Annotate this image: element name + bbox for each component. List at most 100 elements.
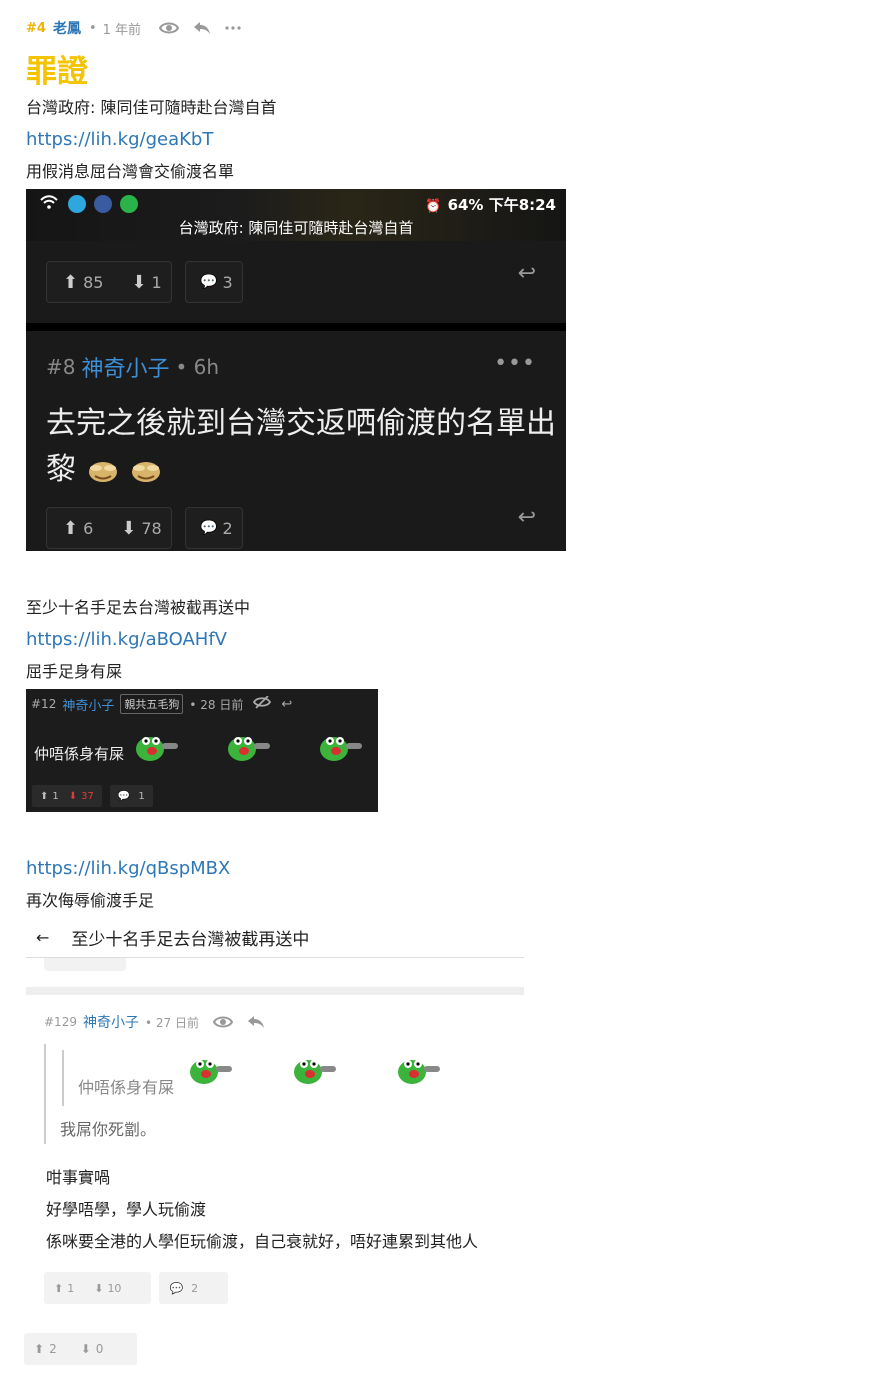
post-time: 1 年前 xyxy=(102,22,142,38)
comment-count: 3 xyxy=(222,272,233,292)
comment-box[interactable]: 💬 2 xyxy=(185,507,243,549)
down-count: 37 xyxy=(81,790,94,802)
post-title: 罪證 xyxy=(26,54,88,90)
whatsapp-icon xyxy=(120,195,138,213)
more-icon[interactable]: ••• xyxy=(494,351,536,376)
comment-number: #12 xyxy=(31,697,57,711)
arrow-down-icon: ⬇ xyxy=(121,517,137,539)
thread-vote-panel: ⬆ 85 ⬇ 1 💬 3 ↩ xyxy=(26,241,566,323)
reply-icon[interactable]: ↩ xyxy=(518,505,536,530)
reply-icon[interactable] xyxy=(193,21,211,35)
vote-box[interactable]: ⬆ 2 ⬇ 0 xyxy=(24,1333,138,1365)
arrow-up-icon: ⬆ xyxy=(63,517,79,539)
eye-icon[interactable] xyxy=(159,21,180,35)
up-count: 1 xyxy=(67,1281,75,1295)
comment-time: • 27 日前 xyxy=(144,1015,199,1030)
quote-block: 仲唔係身有屎 我屌你死劏。 xyxy=(44,1044,514,1144)
down-count: 10 xyxy=(107,1281,122,1295)
nested-quote: 仲唔係身有屎 xyxy=(62,1050,482,1106)
text-line: 再次侮辱偷渡手足 xyxy=(26,891,155,910)
arrow-up-icon: ⬆ xyxy=(40,790,49,802)
comment-body-line: 好學唔學，學人玩偷渡 xyxy=(46,1200,207,1219)
reply-panel: #8 神奇小子 • 6h ••• 去完之後就到台灣交返哂偷渡的名單出黎 ⬆ 6 ⬇… xyxy=(26,331,566,551)
text-line: 屈手足身有屎 xyxy=(26,662,123,681)
reply-icon[interactable]: ↩ xyxy=(518,261,536,286)
thread-nav-bar: ← 至少十名手足去台灣被截再送中 xyxy=(26,918,524,958)
comment-author[interactable]: 神奇小子 xyxy=(62,695,114,714)
reply-icon[interactable] xyxy=(247,1015,265,1029)
vote-bar: ⬆ 1 ⬇ 10 💬 2 xyxy=(44,1272,236,1304)
frog-sticker-icon xyxy=(136,737,178,761)
battery-time: 64% 下午8:24 xyxy=(447,195,556,214)
author-link[interactable]: 老鳳 xyxy=(53,18,81,38)
up-count: 2 xyxy=(49,1342,57,1356)
down-count: 0 xyxy=(95,1342,104,1356)
comment-count: 2 xyxy=(191,1281,199,1295)
comment-body-line: 係咪要全港的人學佢玩偷渡，自己衰就好，唔好連累到其他人 xyxy=(46,1232,479,1251)
comment-icon: 💬 xyxy=(200,520,218,536)
emoji-face-icon xyxy=(132,461,161,482)
embedded-screenshot-1[interactable]: ⏰ 64% 下午8:24 台灣政府: 陳同佳可隨時赴台灣自首 ⬆ 85 ⬇ 1 💬 3 … xyxy=(26,189,566,551)
vote-box[interactable]: ⬆ 1 ⬇ 10 xyxy=(44,1272,152,1304)
comment-body-line: 咁事實喎 xyxy=(46,1168,111,1187)
reply-text: 去完之後就到台灣交返哂偷渡的名單出黎 xyxy=(46,401,556,493)
vote-bar: ⬆ 1 ⬇ 37 💬 1 xyxy=(32,785,161,807)
comment-icon: 💬 xyxy=(200,274,218,290)
comment-author[interactable]: 神奇小子 xyxy=(83,1012,139,1032)
arrow-up-icon: ⬆ xyxy=(54,1281,64,1295)
reply-number: #8 xyxy=(46,355,76,379)
comment-count: 1 xyxy=(138,790,145,802)
post-number: #4 xyxy=(26,20,46,36)
link[interactable]: https://lih.kg/geaKbT xyxy=(26,128,213,152)
comment-icon: 💬 xyxy=(117,790,131,802)
emoji-face-icon xyxy=(88,461,117,482)
separator: • xyxy=(88,20,97,36)
arrow-down-icon: ⬇ xyxy=(68,790,78,802)
reply-header: #8 神奇小子 • 6h xyxy=(46,351,219,383)
back-arrow-icon[interactable]: ← xyxy=(36,928,49,947)
reply-icon[interactable]: ↩ xyxy=(281,697,292,712)
arrow-up-icon: ⬆ xyxy=(63,271,79,293)
comment-header: #12 神奇小子 親共五毛狗 • 28 日前 ↩ xyxy=(31,694,292,714)
embedded-screenshot-3[interactable]: ← 至少十名手足去台灣被截再送中 #129 神奇小子 • 27 日前 仲唔係身有… xyxy=(26,918,524,1322)
embedded-screenshot-2[interactable]: #12 神奇小子 親共五毛狗 • 28 日前 ↩ 仲唔係身有屎 ⬆ 1 ⬇ 37 💬… xyxy=(26,689,378,812)
thread-title: 至少十名手足去台灣被截再送中 xyxy=(71,930,310,950)
link[interactable]: https://lih.kg/qBspMBX xyxy=(26,857,230,881)
frog-sticker-icon xyxy=(294,1060,336,1084)
comment-number: #129 xyxy=(44,1015,77,1029)
divider xyxy=(26,323,566,331)
wifi-icon xyxy=(40,195,58,213)
eye-off-icon[interactable] xyxy=(253,694,272,713)
comment-header: #129 神奇小子 • 27 日前 xyxy=(44,1012,265,1032)
arrow-down-icon[interactable]: ⬇ xyxy=(81,1342,91,1356)
text-line: 至少十名手足去台灣被截再送中 xyxy=(26,598,251,617)
up-count: 85 xyxy=(83,272,104,292)
quote-text: 我屌你死劏。 xyxy=(60,1120,157,1139)
telegram-icon xyxy=(68,195,86,213)
nested-quote-text: 仲唔係身有屎 xyxy=(78,1078,175,1097)
vote-box[interactable]: ⬆ 6 ⬇ 78 xyxy=(46,507,172,549)
status-bar: ⏰ 64% 下午8:24 xyxy=(40,193,556,215)
clipped-vote-box xyxy=(44,958,126,971)
frog-sticker-icon xyxy=(320,737,362,761)
vote-box[interactable]: ⬆ 1 ⬇ 37 xyxy=(32,785,102,807)
link[interactable]: https://lih.kg/aBOAHfV xyxy=(26,628,227,652)
text-line: 台灣政府: 陳同佳可隨時赴台灣自首 xyxy=(26,98,277,117)
facebook-icon xyxy=(94,195,112,213)
comment-icon: 💬 xyxy=(169,1281,184,1295)
reply-text-content: 去完之後就到台灣交返哂偷渡的名單出黎 xyxy=(46,406,556,487)
comment-box[interactable]: 💬 1 xyxy=(109,785,153,807)
user-tag: 親共五毛狗 xyxy=(120,694,184,714)
post-vote-bar: ⬆ 2 ⬇ 0 xyxy=(24,1333,138,1365)
eye-icon[interactable] xyxy=(212,1015,233,1029)
status-area: ⏰ 64% 下午8:24 台灣政府: 陳同佳可隨時赴台灣自首 xyxy=(26,189,566,241)
comment-count: 2 xyxy=(222,518,233,538)
more-icon[interactable] xyxy=(225,26,241,30)
comment-box[interactable]: 💬 2 xyxy=(159,1272,229,1304)
vote-box[interactable]: ⬆ 85 ⬇ 1 xyxy=(46,261,172,303)
frog-sticker-icon xyxy=(398,1060,440,1084)
reply-author[interactable]: 神奇小子 xyxy=(81,351,169,383)
arrow-up-icon[interactable]: ⬆ xyxy=(34,1342,44,1356)
down-count: 78 xyxy=(141,518,162,538)
comment-box[interactable]: 💬 3 xyxy=(185,261,243,303)
